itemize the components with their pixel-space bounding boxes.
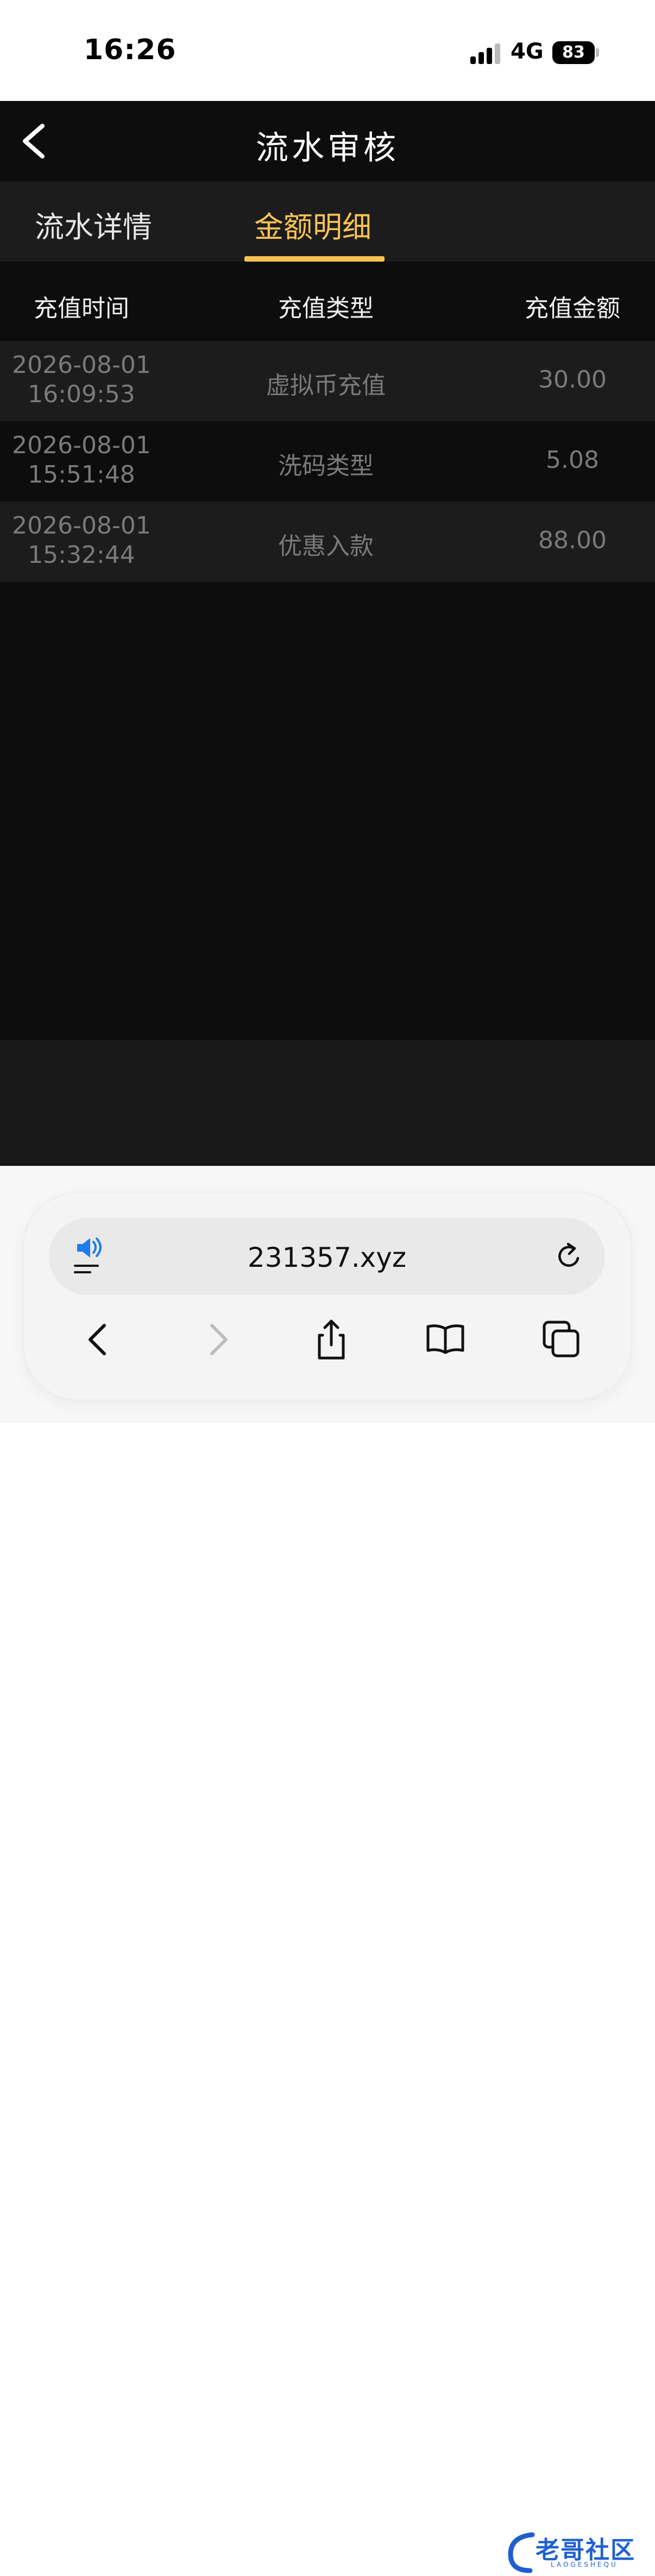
row-time: 16:09:53 [28, 380, 135, 408]
status-time: 16:26 [84, 34, 177, 66]
battery-level: 83 [562, 43, 585, 62]
url-text[interactable]: 231357.xyz [49, 1242, 605, 1273]
column-header-amount: 充值金额 [525, 295, 620, 322]
app-header: 流水审核 [0, 101, 655, 181]
tabs-icon[interactable] [540, 1318, 583, 1361]
cellular-signal-icon [470, 43, 502, 64]
row-amount: 30.00 [538, 366, 607, 394]
watermark-subtext: LAOGESHEQU [551, 2561, 618, 2568]
row-time: 15:32:44 [28, 541, 135, 569]
forward-arrow-icon[interactable] [197, 1318, 240, 1361]
battery-tip [596, 48, 599, 57]
row-amount: 5.08 [546, 446, 599, 474]
address-bar[interactable]: 231357.xyz [49, 1218, 605, 1295]
watermark-logo: 老哥社区 LAOGESHEQU [505, 2527, 647, 2576]
table-row: 2026-08-01 15:32:44 优惠入款 88.00 [0, 502, 655, 582]
active-tab-indicator [244, 256, 385, 262]
back-arrow-icon[interactable] [76, 1318, 119, 1361]
watermark-text: 老哥社区 [536, 2536, 635, 2564]
tab-bar: 流水详情 金额明细 [0, 181, 655, 262]
row-date: 2026-08-01 [12, 351, 151, 379]
browser-toolbar: 231357.xyz 老哥社区 LAOGESHEQU [0, 1166, 655, 2573]
footer-band [0, 1040, 655, 1166]
table-row: 2026-08-01 16:09:53 虚拟币充值 30.00 [0, 341, 655, 421]
empty-content-area [0, 582, 655, 1040]
browser-card: 231357.xyz [24, 1193, 631, 1399]
page-title: 流水审核 [256, 129, 399, 167]
row-date: 2026-08-01 [12, 432, 151, 459]
row-datetime: 2026-08-01 15:51:48 [0, 431, 163, 490]
bookmarks-icon[interactable] [424, 1318, 467, 1361]
row-date: 2026-08-01 [12, 512, 151, 540]
battery-icon: 83 [552, 41, 595, 64]
tab-flow-details[interactable]: 流水详情 [35, 203, 152, 246]
row-time: 15:51:48 [28, 461, 135, 488]
table-header: 充值时间 充值类型 充值金额 [0, 262, 655, 341]
network-type: 4G [511, 39, 544, 64]
row-type: 洗码类型 [278, 452, 374, 480]
share-icon[interactable] [310, 1318, 353, 1361]
status-bar: 16:26 4G 83 [0, 0, 655, 101]
tab-amount-details[interactable]: 金额明细 [254, 203, 371, 246]
column-header-time: 充值时间 [34, 295, 129, 322]
row-type: 虚拟币充值 [266, 372, 386, 399]
row-type: 优惠入款 [278, 532, 374, 560]
row-datetime: 2026-08-01 16:09:53 [0, 351, 163, 409]
column-header-type: 充值类型 [278, 295, 374, 322]
reload-icon[interactable] [554, 1242, 584, 1272]
table-row: 2026-08-01 15:51:48 洗码类型 5.08 [0, 421, 655, 502]
row-amount: 88.00 [538, 526, 607, 554]
row-datetime: 2026-08-01 15:32:44 [0, 511, 163, 570]
